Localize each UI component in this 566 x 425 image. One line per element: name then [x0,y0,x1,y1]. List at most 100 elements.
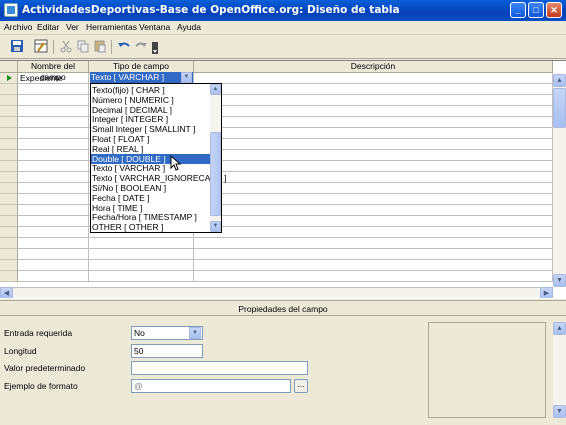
empty-cell[interactable] [89,249,194,260]
save-icon[interactable] [9,39,25,55]
cut-icon[interactable] [58,39,74,55]
paste-icon[interactable] [92,39,108,55]
ejemplo-formato-input[interactable]: @ [131,379,291,393]
row-header[interactable] [0,194,18,205]
column-header-nombre[interactable]: Nombre del campo [18,61,89,82]
empty-cell[interactable] [18,205,89,216]
empty-cell[interactable] [194,128,553,139]
props-scroll-down-icon[interactable]: ▼ [553,405,566,418]
empty-cell[interactable] [18,128,89,139]
scroll-up-icon[interactable]: ▲ [553,74,566,87]
empty-cell[interactable] [18,139,89,150]
dropdown-option[interactable]: Texto(fijo) [ CHAR ] [91,85,210,95]
field-description-cell[interactable] [194,73,553,84]
empty-cell[interactable] [18,227,89,238]
row-header[interactable] [0,128,18,139]
empty-cell[interactable] [18,260,89,271]
dropdown-option[interactable]: Número [ NUMERIC ] [91,95,210,105]
row-header[interactable] [0,183,18,194]
redo-icon[interactable] [133,39,149,55]
format-button[interactable]: ... [294,379,308,393]
props-scroll-up-icon[interactable]: ▲ [553,322,566,335]
empty-cell[interactable] [194,205,553,216]
empty-cell[interactable] [194,95,553,106]
menu-archivo[interactable]: Archivo [4,22,32,32]
dropdown-option[interactable]: Texto [ VARCHAR ] [91,163,210,173]
empty-cell[interactable] [194,183,553,194]
undo-icon[interactable] [116,39,132,55]
empty-cell[interactable] [194,139,553,150]
empty-cell[interactable] [194,117,553,128]
dropdown-option[interactable]: Small Integer [ SMALLINT ] [91,124,210,134]
empty-cell[interactable] [194,227,553,238]
empty-cell[interactable] [194,150,553,161]
empty-cell[interactable] [89,260,194,271]
empty-cell[interactable] [18,172,89,183]
row-header[interactable] [0,238,18,249]
dropdown-option[interactable]: Fecha [ DATE ] [91,193,210,203]
copy-icon[interactable] [75,39,91,55]
row-header[interactable] [0,172,18,183]
row-header[interactable] [0,106,18,117]
valor-predeterminado-input[interactable] [131,361,308,375]
empty-cell[interactable] [194,194,553,205]
empty-cell[interactable] [18,238,89,249]
dropdown-scrollbar[interactable]: ▲ ▼ [210,84,221,232]
empty-cell[interactable] [18,117,89,128]
row-header[interactable] [0,84,18,95]
more-icon[interactable] [151,39,159,55]
empty-cell[interactable] [194,260,553,271]
empty-cell[interactable] [194,106,553,117]
scroll-thumb[interactable] [553,88,566,128]
dropdown-option[interactable]: Fecha/Hora [ TIMESTAMP ] [91,212,210,222]
empty-cell[interactable] [194,216,553,227]
scroll-down-icon[interactable]: ▼ [553,274,566,287]
empty-cell[interactable] [194,238,553,249]
empty-cell[interactable] [89,238,194,249]
dropdown-option[interactable]: OTHER [ OTHER ] [91,222,210,232]
longitud-input[interactable]: 50 [131,344,203,358]
menu-ver[interactable]: Ver [66,22,79,32]
row-header[interactable] [0,249,18,260]
column-header-descripcion[interactable]: Descripción [194,61,553,73]
row-header[interactable] [0,161,18,172]
empty-cell[interactable] [18,271,89,282]
row-header-current[interactable] [0,73,18,84]
dropdown-option[interactable]: Real [ REAL ] [91,144,210,154]
empty-cell[interactable] [89,271,194,282]
empty-cell[interactable] [194,161,553,172]
maximize-button[interactable]: □ [528,2,544,18]
dropdown-scroll-down-icon[interactable]: ▼ [210,221,221,232]
field-type-combo[interactable]: Texto [ VARCHAR ] [90,72,193,83]
table-index-icon[interactable] [33,39,49,55]
chevron-down-icon[interactable]: ▼ [181,72,192,83]
dropdown-option[interactable]: Sí/No [ BOOLEAN ] [91,183,210,193]
menu-ayuda[interactable]: Ayuda [177,22,201,32]
dropdown-option[interactable]: Float [ FLOAT ] [91,134,210,144]
empty-cell[interactable] [194,249,553,260]
empty-cell[interactable] [194,84,553,95]
menu-ventana[interactable]: Ventana [139,22,170,32]
empty-cell[interactable] [18,249,89,260]
properties-vertical-scrollbar[interactable]: ▲ ▼ [553,322,566,418]
dropdown-option[interactable]: Decimal [ DECIMAL ] [91,105,210,115]
close-button[interactable]: ✕ [546,2,562,18]
empty-cell[interactable] [18,194,89,205]
field-name-cell[interactable]: Expediente [18,73,89,84]
row-header[interactable] [0,216,18,227]
row-header[interactable] [0,227,18,238]
empty-cell[interactable] [18,95,89,106]
dropdown-option[interactable]: Integer [ INTEGER ] [91,114,210,124]
empty-cell[interactable] [194,271,553,282]
empty-cell[interactable] [18,161,89,172]
dropdown-option[interactable]: Double [ DOUBLE ] [91,153,210,164]
dropdown-scroll-up-icon[interactable]: ▲ [210,84,221,95]
empty-cell[interactable] [18,183,89,194]
dropdown-option[interactable]: Texto [ VARCHAR_IGNORECASE ] [91,173,226,183]
row-header[interactable] [0,117,18,128]
minimize-button[interactable]: _ [510,2,526,18]
dropdown-option[interactable]: Hora [ TIME ] [91,203,210,213]
empty-cell[interactable] [18,150,89,161]
chevron-down-icon[interactable]: ▼ [189,327,201,339]
menu-editar[interactable]: Editar [37,22,59,32]
